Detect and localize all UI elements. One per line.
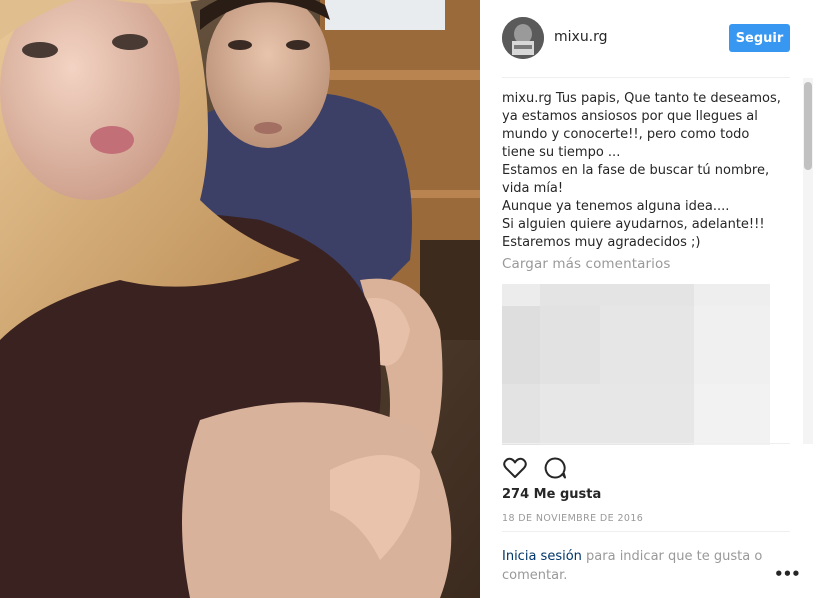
login-prompt: Inicia sesión para indicar que te gusta … [502, 547, 772, 585]
caption: mixu.rg Tus papis, Que tanto te deseamos… [502, 90, 782, 252]
comments-scrollbar[interactable] [803, 78, 813, 444]
photo-image [0, 0, 480, 598]
comments-divider [502, 443, 790, 444]
post-photo[interactable] [0, 0, 480, 598]
blurred-comments-placeholder [502, 284, 770, 445]
footer-divider [502, 531, 790, 532]
post-sidebar: mixu.rg Seguir mixu.rg Tus papis, Que ta… [480, 0, 814, 598]
load-more-comments[interactable]: Cargar más comentarios [502, 256, 782, 272]
likes-count[interactable]: 274 Me gusta [502, 487, 601, 502]
comment-icon[interactable] [542, 455, 568, 481]
blurred-block [502, 284, 770, 445]
caption-text: Tus papis, Que tanto te deseamos, ya est… [502, 91, 781, 250]
login-link[interactable]: Inicia sesión [502, 549, 582, 564]
follow-button[interactable]: Seguir [729, 24, 790, 52]
heart-icon[interactable] [502, 455, 528, 481]
more-options-icon[interactable]: ••• [774, 565, 801, 583]
username-link[interactable]: mixu.rg [554, 29, 608, 45]
comments-area: mixu.rg Tus papis, Que tanto te deseamos… [502, 90, 782, 445]
header-divider [502, 77, 790, 78]
caption-author[interactable]: mixu.rg [502, 91, 552, 106]
avatar-image [502, 17, 544, 59]
avatar[interactable] [502, 17, 544, 59]
scrollbar-thumb[interactable] [804, 82, 812, 170]
post-date[interactable]: 18 DE NOVIEMBRE DE 2016 [502, 513, 643, 524]
post-header: mixu.rg Seguir [480, 0, 814, 78]
